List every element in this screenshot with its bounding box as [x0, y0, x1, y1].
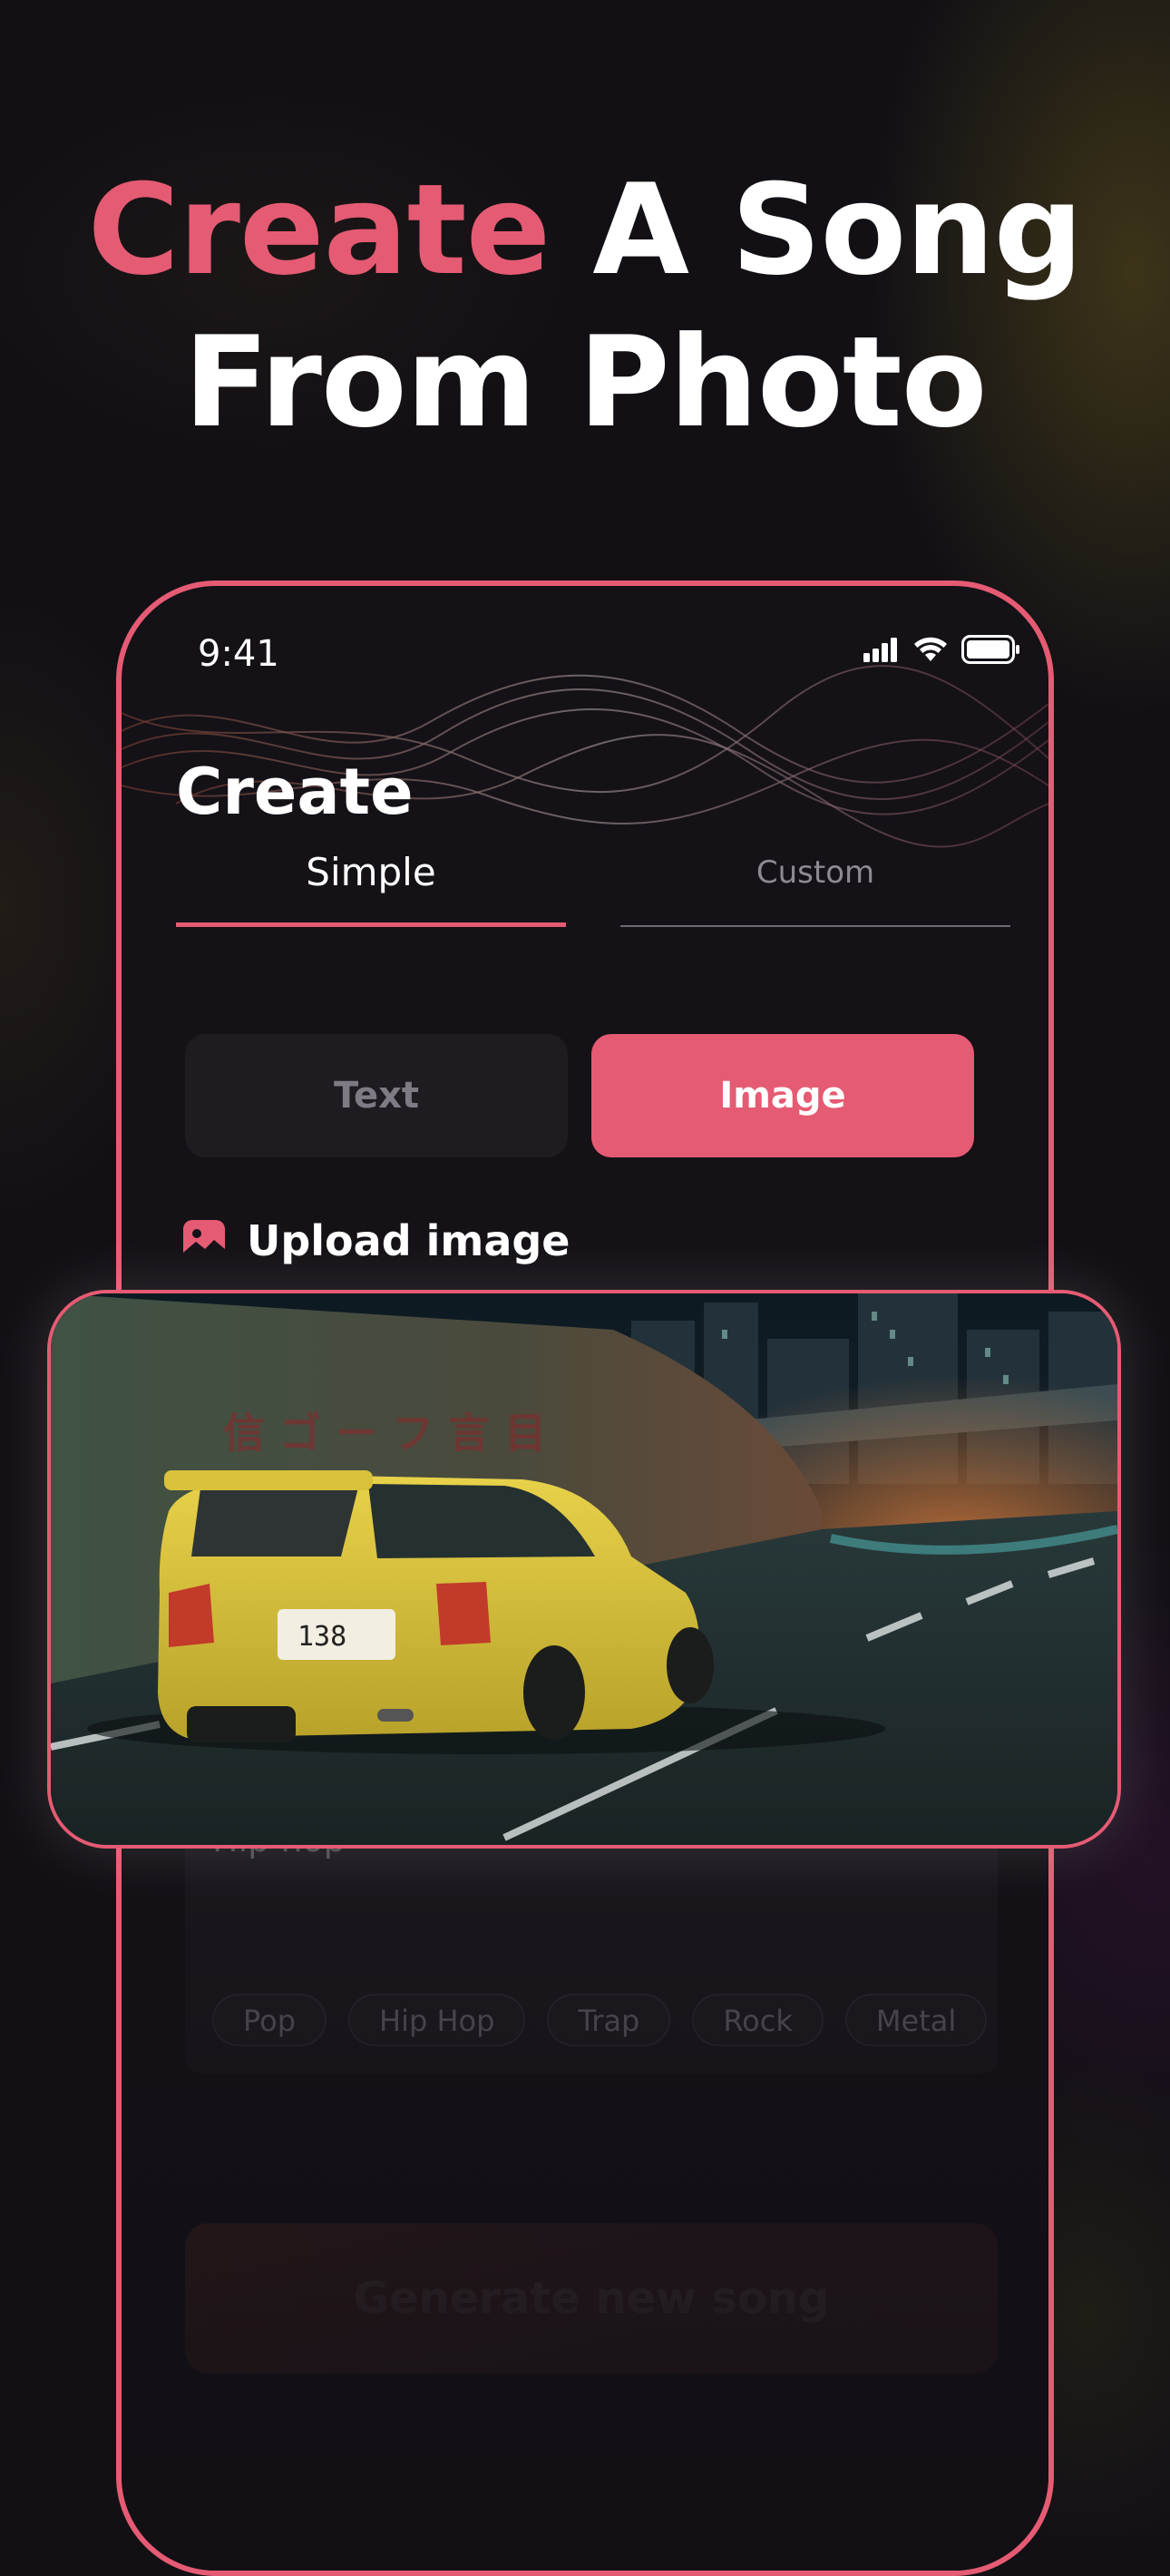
headline-line-2: From Photo	[183, 309, 987, 455]
headline-accent: Create	[87, 157, 551, 303]
genre-chip-hip-hop[interactable]: Hip Hop	[348, 1994, 526, 2046]
tab-simple[interactable]: Simple	[176, 818, 566, 927]
upload-image-label: Upload image	[247, 1216, 570, 1265]
genre-chip-trap[interactable]: Trap	[547, 1994, 671, 2046]
genre-chip-pop[interactable]: Pop	[212, 1994, 327, 2046]
status-icons	[863, 635, 1021, 664]
mode-tabs: Simple Custom	[176, 818, 1010, 927]
headline-rest: A Song	[550, 157, 1083, 303]
upload-image-row[interactable]: Upload image	[181, 1216, 570, 1265]
car-photo: 信 ゴ ー フ 言 目 138	[51, 1293, 1117, 1845]
text-mode-button[interactable]: Text	[185, 1034, 568, 1157]
signal-icon	[863, 638, 897, 662]
image-mode-button[interactable]: Image	[591, 1034, 974, 1157]
headline-line-1: Create A Song	[0, 154, 1170, 307]
image-upload-icon	[183, 1220, 225, 1262]
license-plate-text: 138	[297, 1621, 346, 1653]
tab-custom[interactable]: Custom	[620, 818, 1010, 927]
status-time: 9:41	[198, 633, 279, 675]
genre-chip-rock[interactable]: Rock	[692, 1994, 824, 2046]
wifi-icon	[914, 637, 947, 661]
generate-song-button[interactable]: Generate new song	[185, 2223, 998, 2374]
wall-sign-text: 信 ゴ ー フ 言 目	[223, 1409, 546, 1458]
uploaded-photo-card[interactable]: 信 ゴ ー フ 言 目 138	[47, 1290, 1121, 1849]
battery-icon	[961, 635, 1019, 664]
genre-chip-list: Pop Hip Hop Trap Rock Metal	[212, 1994, 988, 2046]
genre-chip-metal[interactable]: Metal	[844, 1994, 988, 2046]
headline: Create A Song From Photo	[0, 154, 1170, 459]
